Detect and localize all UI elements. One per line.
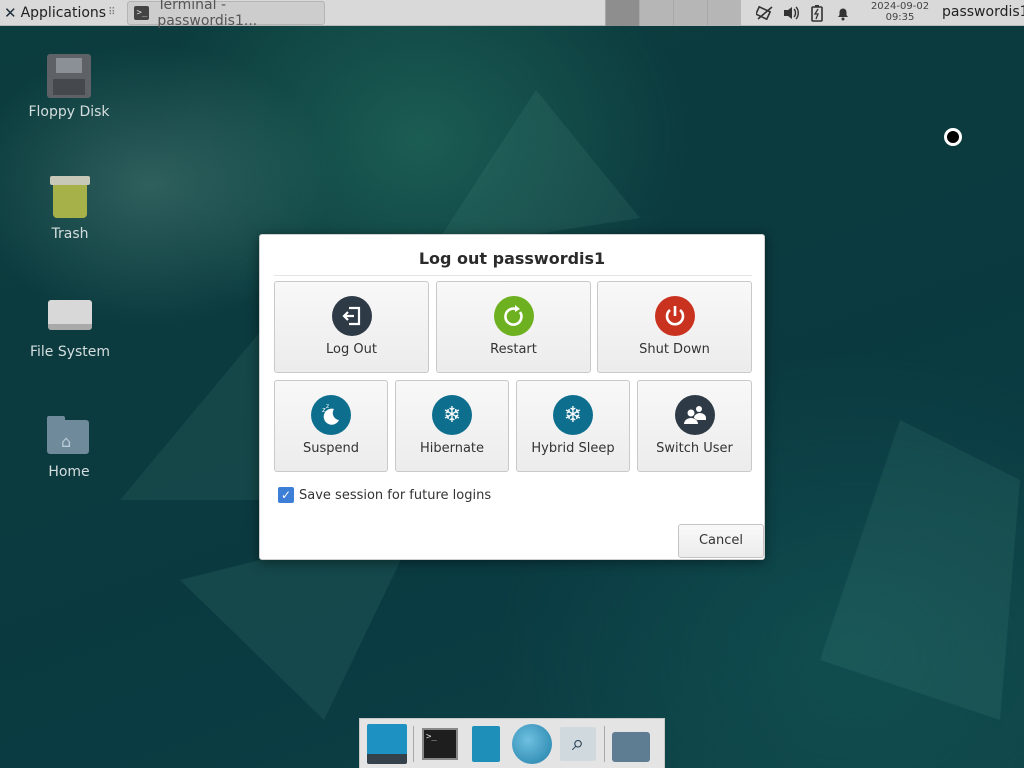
desktop-icon-floppy-disk[interactable]: Floppy Disk <box>14 54 124 120</box>
desktop-icon-label: Home <box>48 464 90 480</box>
dock-separator <box>413 725 414 762</box>
workspace-3[interactable] <box>673 0 707 26</box>
system-tray <box>752 0 856 26</box>
top-panel: ✕ Applications ⠿ >_ Terminal - passwordi… <box>0 0 1024 29</box>
logout-icon <box>331 296 372 336</box>
suspend-button[interactable]: zz Suspend <box>274 380 388 472</box>
taskbar-button-label: Terminal - passwordis1... <box>157 0 258 29</box>
folder-launcher[interactable] <box>608 721 654 767</box>
notification-bell-icon[interactable] <box>830 0 856 26</box>
menu-handle-icon: ⠿ <box>108 7 116 18</box>
wallpaper-facet <box>820 420 1020 720</box>
network-icon[interactable] <box>752 0 778 26</box>
hibernate-label: Hibernate <box>419 441 485 456</box>
show-desktop-icon <box>367 723 407 764</box>
svg-text:z: z <box>326 403 329 410</box>
show-desktop-button[interactable] <box>364 721 410 767</box>
web-browser-launcher[interactable] <box>509 721 555 767</box>
logout-dialog: Log out passwordis1 Log Out Restart Shut… <box>259 234 765 560</box>
desktop-icon-label: Floppy Disk <box>28 104 110 120</box>
snowflake-icon: ❄ <box>432 395 472 435</box>
clock-time: 09:35 <box>885 12 915 23</box>
file-manager-icon <box>472 725 500 762</box>
floppy-disk-icon <box>47 54 91 98</box>
terminal-icon: >_ <box>134 5 150 20</box>
clock-date: 2024-09-02 <box>870 1 930 12</box>
hard-drive-icon <box>48 294 92 338</box>
desktop-icon-label: File System <box>29 344 111 360</box>
file-manager-launcher[interactable] <box>463 721 509 767</box>
desktop-icon-trash[interactable]: Trash <box>15 176 125 242</box>
web-browser-icon <box>512 723 552 764</box>
hybrid-sleep-label: Hybrid Sleep <box>531 441 615 456</box>
workspace-switcher <box>605 0 741 26</box>
restart-icon <box>493 296 534 336</box>
restart-label: Restart <box>490 342 537 357</box>
dialog-separator <box>274 275 752 276</box>
workspace-4[interactable] <box>707 0 741 26</box>
terminal-icon: >_ <box>422 727 458 760</box>
wallpaper-facet <box>432 90 640 250</box>
workspace-2[interactable] <box>639 0 673 26</box>
suspend-label: Suspend <box>302 441 359 456</box>
panel-clock[interactable]: 2024-09-02 09:35 <box>862 1 938 23</box>
busy-cursor-icon <box>944 128 962 146</box>
xfce-logo-icon: ✕ <box>4 3 17 22</box>
moon-icon: zz <box>311 395 351 435</box>
save-session-label[interactable]: Save session for future logins <box>299 488 491 503</box>
switch-user-button[interactable]: Switch User <box>637 380 752 472</box>
hybrid-sleep-button[interactable]: ❄ Hybrid Sleep <box>516 380 630 472</box>
app-finder-icon: ⌕ <box>560 726 596 761</box>
workspace-1[interactable] <box>605 0 639 26</box>
taskbar-button-terminal[interactable]: >_ Terminal - passwordis1... <box>127 0 326 29</box>
desktop-icon-label: Trash <box>51 226 89 242</box>
snowflake-icon: ❄ <box>553 395 593 435</box>
restart-button[interactable]: Restart <box>436 281 591 373</box>
save-session-checkbox[interactable]: ✓ <box>278 487 294 503</box>
desktop-icon-file-system[interactable]: File System <box>15 294 125 360</box>
switch-user-icon <box>674 395 715 435</box>
dialog-title: Log out passwordis1 <box>418 249 606 268</box>
home-folder-icon: ⌂ <box>47 414 91 458</box>
applications-menu-button[interactable]: ✕ Applications ⠿ <box>0 0 121 26</box>
shut-down-button[interactable]: Shut Down <box>597 281 752 373</box>
bottom-dock: >_ ⌕ <box>359 718 665 768</box>
save-session-row: ✓ Save session for future logins <box>278 487 491 503</box>
cancel-button[interactable]: Cancel <box>678 524 764 558</box>
log-out-button[interactable]: Log Out <box>274 281 429 373</box>
dock-separator <box>604 725 605 762</box>
log-out-label: Log Out <box>326 342 377 357</box>
applications-label: Applications <box>20 4 107 21</box>
switch-user-label: Switch User <box>656 441 733 456</box>
folder-icon <box>612 731 650 762</box>
shut-down-label: Shut Down <box>639 342 710 357</box>
power-icon <box>654 296 695 336</box>
desktop-icon-home[interactable]: ⌂ Home <box>14 414 124 480</box>
terminal-launcher[interactable]: >_ <box>417 721 463 767</box>
battery-icon[interactable] <box>804 0 830 26</box>
hibernate-button[interactable]: ❄ Hibernate <box>395 380 509 472</box>
app-finder-launcher[interactable]: ⌕ <box>555 721 601 767</box>
user-menu[interactable]: passwordis1 <box>942 4 1024 20</box>
volume-icon[interactable] <box>778 0 804 26</box>
trash-icon <box>50 176 90 220</box>
